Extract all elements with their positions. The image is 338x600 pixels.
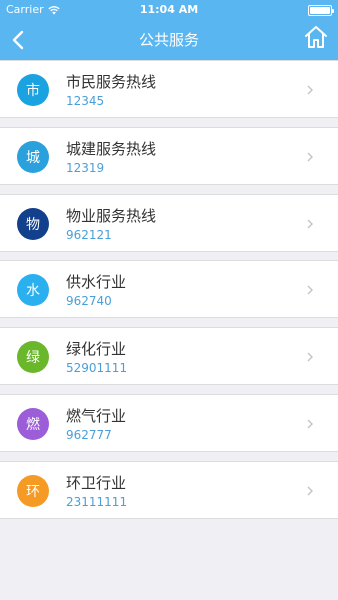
service-phone[interactable]: 962740 [66, 294, 112, 308]
service-name: 城建服务热线 [66, 140, 157, 158]
service-name: 环卫行业 [66, 474, 127, 492]
service-badge: 水 [17, 274, 49, 306]
service-phone[interactable]: 962121 [66, 228, 112, 242]
battery-fill [310, 7, 330, 14]
service-row[interactable]: 水供水行业 962740 [0, 260, 338, 318]
service-phone[interactable]: 52901111 [66, 361, 127, 375]
chevron-right-icon [307, 219, 313, 229]
service-phone[interactable]: 12345 [66, 94, 104, 108]
service-phone[interactable]: 23111111 [66, 495, 127, 509]
service-badge: 物 [17, 208, 49, 240]
service-row[interactable]: 市市民服务热线 12345 [0, 60, 338, 118]
service-row[interactable]: 绿绿化行业 52901111 [0, 327, 338, 385]
service-badge: 燃 [17, 408, 49, 440]
service-row[interactable]: 物物业服务热线 962121 [0, 194, 338, 252]
chevron-right-icon [307, 285, 313, 295]
chevron-right-icon [307, 419, 313, 429]
service-badge: 市 [17, 74, 49, 106]
service-name: 市民服务热线 [66, 73, 157, 91]
page-title: 公共服务 [138, 31, 199, 49]
service-badge: 绿 [17, 341, 49, 373]
service-row[interactable]: 环环卫行业 23111111 [0, 461, 338, 519]
service-row[interactable]: 城城建服务热线 12319 [0, 127, 338, 185]
service-name: 燃气行业 [66, 407, 127, 425]
service-phone[interactable]: 962777 [66, 428, 112, 442]
chevron-right-icon [307, 486, 313, 496]
service-name: 物业服务热线 [66, 207, 157, 225]
home-icon[interactable] [302, 23, 330, 51]
service-name: 绿化行业 [66, 340, 127, 358]
service-row[interactable]: 燃燃气行业 962777 [0, 394, 338, 452]
service-badge: 城 [17, 141, 49, 173]
service-badge: 环 [17, 475, 49, 507]
nav-bar: 公共服务 [0, 20, 338, 60]
chevron-right-icon [307, 352, 313, 362]
battery-icon [308, 5, 334, 16]
chevron-right-icon [307, 152, 313, 162]
service-phone[interactable]: 12319 [66, 161, 104, 175]
service-name: 供水行业 [66, 273, 127, 291]
chevron-right-icon [307, 85, 313, 95]
status-time: 11:04 AM [139, 3, 199, 16]
status-bar: Carrier 11:04 AM [0, 0, 338, 20]
